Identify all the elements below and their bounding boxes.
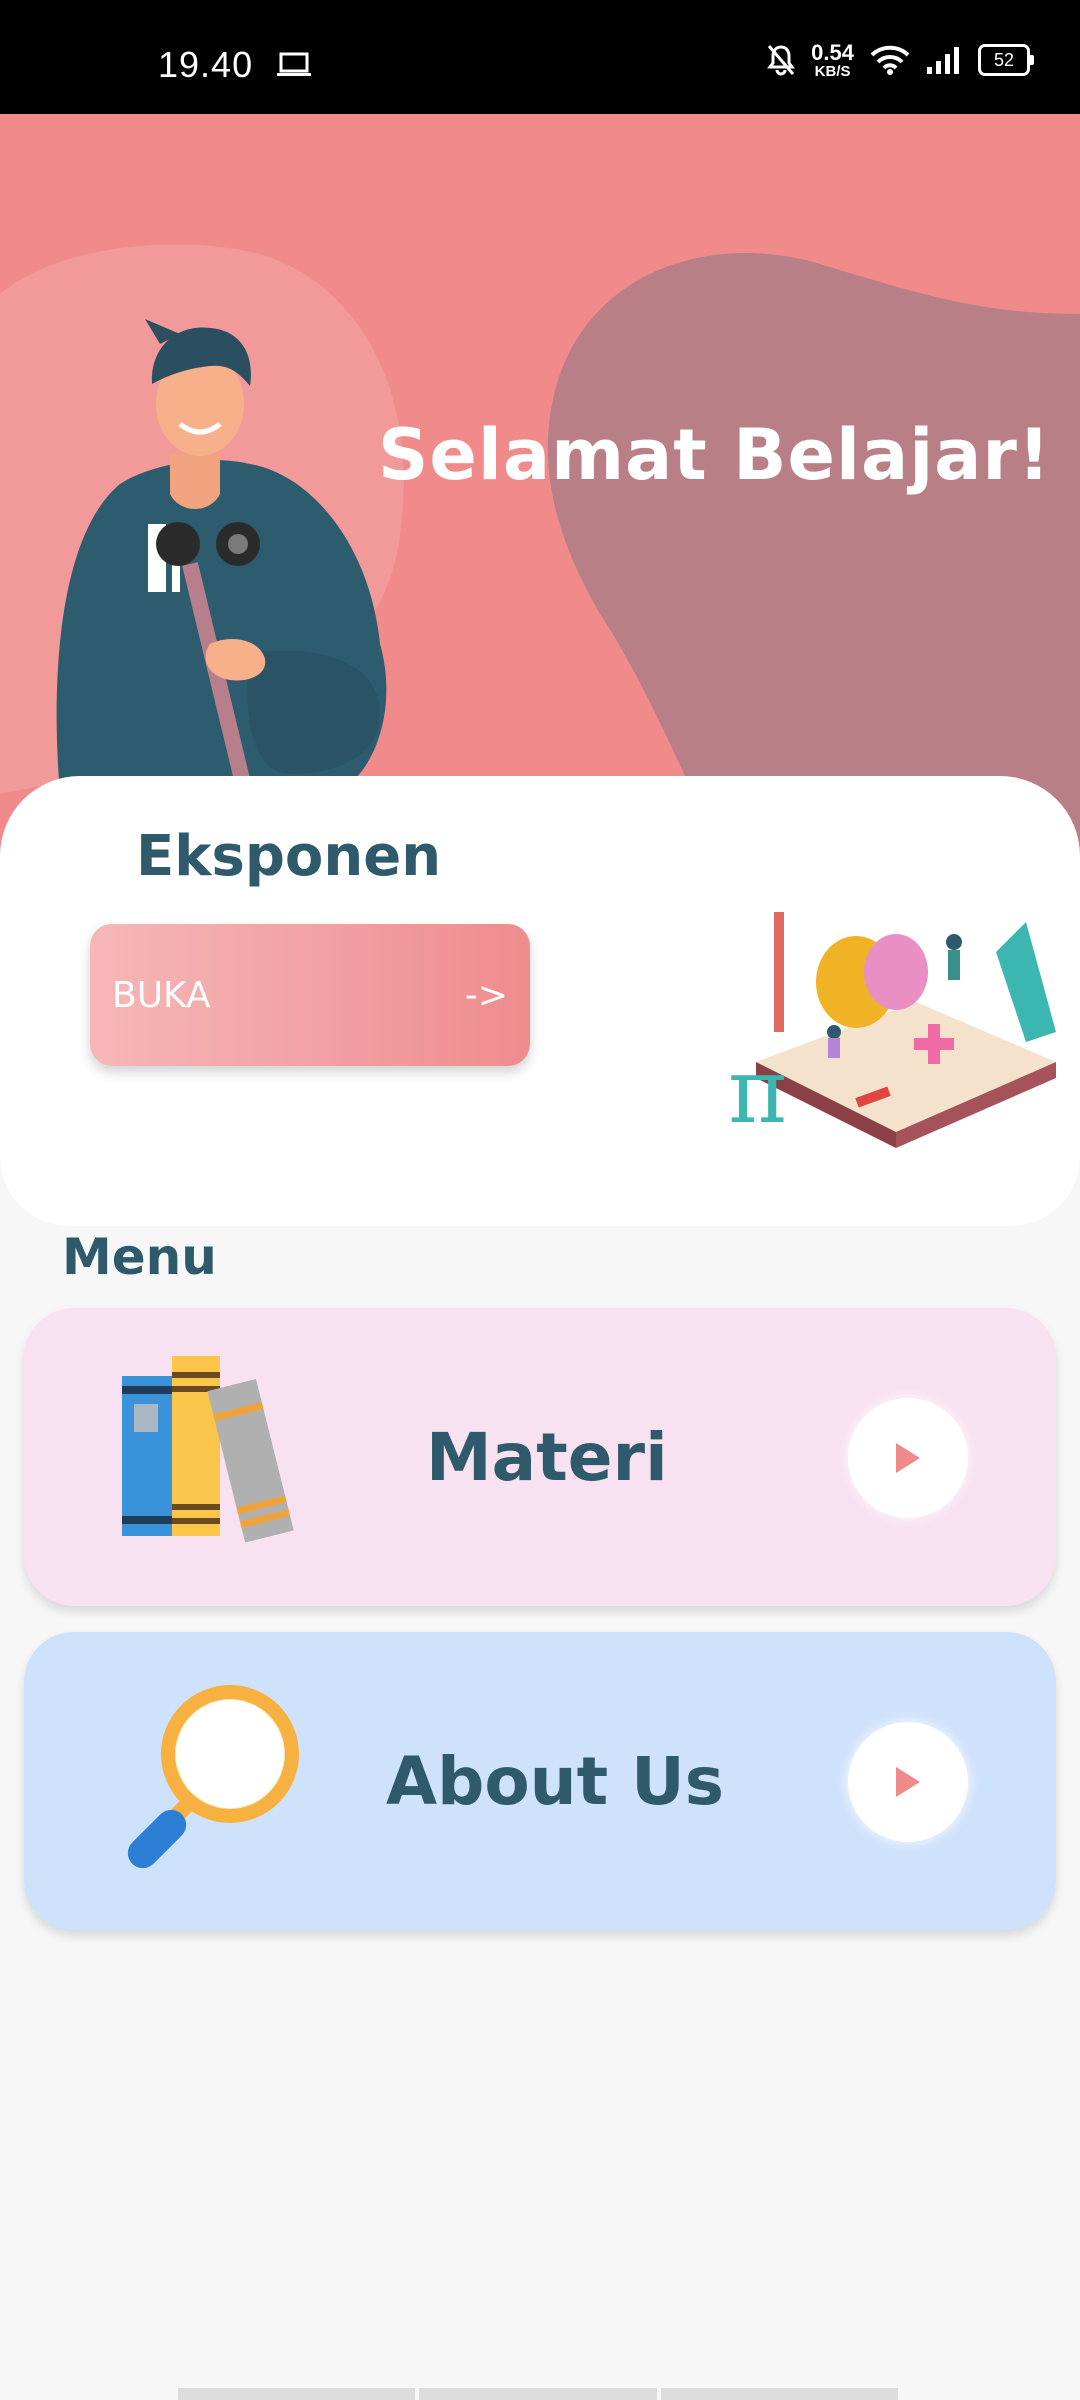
math-book-illustration: π [728, 912, 1056, 1148]
menu-item-about-us-label: About Us [386, 1742, 725, 1820]
menu-section-label: Menu [62, 1228, 217, 1286]
network-speed: 0.54 KB/S [811, 39, 854, 80]
menu-item-materi[interactable]: Materi [24, 1308, 1056, 1606]
greeting-title: Selamat Belajar! [378, 414, 1051, 496]
books-icon [122, 1356, 294, 1543]
nav-segment [178, 2388, 416, 2400]
materi-play-button[interactable] [848, 1398, 968, 1518]
navigation-bar-handle[interactable] [178, 2388, 898, 2400]
hero-header: Selamat Belajar! [0, 114, 1080, 854]
about-us-play-button[interactable] [848, 1722, 968, 1842]
laptop-icon [277, 52, 311, 76]
network-speed-value: 0.54 [811, 39, 854, 65]
status-bar: 19.40 0.54 KB/S 52 [0, 0, 1080, 114]
featured-topic-card: Eksponen BUKA -> π [0, 776, 1080, 1226]
play-icon [896, 1443, 920, 1473]
menu-item-materi-label: Materi [426, 1418, 668, 1496]
open-button[interactable]: BUKA -> [90, 924, 530, 1066]
nav-segment [660, 2388, 898, 2400]
battery-icon: 52 [978, 44, 1034, 76]
status-icons: 0.54 KB/S 52 [767, 39, 1034, 80]
play-icon [896, 1767, 920, 1797]
arrow-right-icon: -> [464, 974, 508, 1016]
battery-level: 52 [993, 49, 1015, 70]
magnifier-icon [127, 1685, 299, 1869]
featured-topic-title: Eksponen [136, 824, 442, 889]
svg-text:π: π [728, 1039, 787, 1144]
notifications-off-icon [767, 45, 796, 76]
menu-item-about-us[interactable]: About Us [24, 1632, 1056, 1930]
nav-segment [419, 2388, 657, 2400]
wifi-icon [870, 45, 910, 75]
network-speed-unit: KB/S [814, 62, 851, 80]
status-time: 19.40 [158, 44, 254, 85]
student-character-illustration [56, 319, 387, 854]
signal-icon [927, 47, 959, 74]
open-button-label: BUKA [112, 974, 211, 1016]
